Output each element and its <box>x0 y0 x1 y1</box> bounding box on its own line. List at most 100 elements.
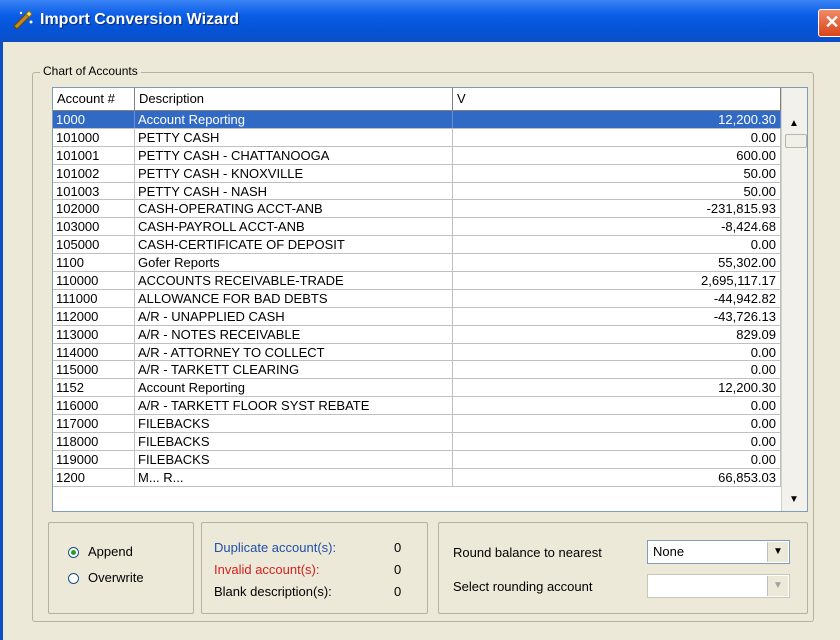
cell-account: 118000 <box>53 433 135 450</box>
invalid-count: 0 <box>394 562 402 577</box>
scroll-up-icon[interactable]: ▲ <box>784 116 804 132</box>
cell-description: FILEBACKS <box>135 433 453 450</box>
append-radio[interactable] <box>68 547 79 558</box>
accounts-grid[interactable]: Account # Description V 1000 Account Repo… <box>52 87 808 512</box>
cell-account: 101003 <box>53 182 135 200</box>
cell-description: PETTY CASH - NASH <box>135 182 453 200</box>
table-row[interactable]: 1152 Account Reporting 12,200.30 <box>53 379 781 398</box>
cell-description: M... R... <box>135 468 453 486</box>
table-row[interactable]: 119000 FILEBACKS 0.00 <box>53 450 781 469</box>
cell-description: CASH-PAYROLL ACCT-ANB <box>135 218 453 236</box>
cell-value: -44,942.82 <box>453 289 781 307</box>
close-button[interactable]: ✕ <box>818 9 840 37</box>
import-mode-panel <box>48 522 194 614</box>
table-row[interactable]: 1000 Account Reporting 12,200.30 <box>53 111 781 129</box>
table-row[interactable]: 116000 A/R - TARKETT FLOOR SYST REBATE 0.0… <box>53 397 781 416</box>
cell-account: 1200 <box>53 468 135 486</box>
table-row[interactable]: 1200 M... R... 66,853.03 <box>53 468 781 487</box>
wizard-wand-icon <box>13 10 33 30</box>
cell-description: ACCOUNTS RECEIVABLE-TRADE <box>135 272 453 289</box>
table-row[interactable]: 103000 CASH-PAYROLL ACCT-ANB -8,424.68 <box>53 218 781 237</box>
overwrite-radio[interactable] <box>68 573 79 584</box>
chevron-down-icon[interactable]: ▼ <box>767 576 788 596</box>
rounding-panel <box>438 522 808 614</box>
column-header-description[interactable]: Description <box>135 88 453 110</box>
append-label[interactable]: Append <box>88 544 133 559</box>
column-header-account[interactable]: Account # <box>53 88 135 110</box>
rounding-account-label: Select rounding account <box>453 579 593 594</box>
cell-description: CASH-CERTIFICATE OF DEPOSIT <box>135 236 453 254</box>
cell-value: 600.00 <box>453 146 781 164</box>
grid-header: Account # Description V <box>53 88 781 111</box>
table-row[interactable]: 110000 ACCOUNTS RECEIVABLE-TRADE 2,695,117… <box>53 272 781 290</box>
cell-account: 101002 <box>53 164 135 182</box>
cell-account: 1000 <box>53 111 135 128</box>
cell-account: 102000 <box>53 200 135 218</box>
cell-account: 117000 <box>53 415 135 433</box>
cell-account: 1100 <box>53 254 135 272</box>
cell-value: 0.00 <box>453 343 781 361</box>
cell-value: 55,302.00 <box>453 254 781 272</box>
round-balance-value: None <box>653 544 685 559</box>
cell-account: 101001 <box>53 146 135 164</box>
group-label: Chart of Accounts <box>40 64 141 78</box>
cell-value: 0.00 <box>453 415 781 433</box>
cell-description: PETTY CASH - CHATTANOOGA <box>135 146 453 164</box>
cell-value: 50.00 <box>453 182 781 200</box>
cell-description: A/R - TARKETT FLOOR SYST REBATE <box>135 397 453 415</box>
table-row[interactable]: 1100 Gofer Reports 55,302.00 <box>53 254 781 273</box>
chevron-down-icon[interactable]: ▼ <box>767 542 788 562</box>
table-row[interactable]: 114000 A/R - ATTORNEY TO COLLECT 0.00 <box>53 343 781 362</box>
cell-description: FILEBACKS <box>135 450 453 468</box>
cell-value: 12,200.30 <box>453 379 781 397</box>
table-row[interactable]: 113000 A/R - NOTES RECEIVABLE 829.09 <box>53 325 781 344</box>
cell-value: 12,200.30 <box>453 111 781 128</box>
cell-value: 66,853.03 <box>453 468 781 486</box>
cell-description: A/R - NOTES RECEIVABLE <box>135 325 453 343</box>
table-row[interactable]: 101000 PETTY CASH 0.00 <box>53 128 781 147</box>
cell-account: 1152 <box>53 379 135 397</box>
cell-value: 829.09 <box>453 325 781 343</box>
overwrite-label[interactable]: Overwrite <box>88 570 144 585</box>
window-title: Import Conversion Wizard <box>40 11 239 28</box>
cell-account: 103000 <box>53 218 135 236</box>
cell-value: 0.00 <box>453 236 781 254</box>
cell-account: 110000 <box>53 272 135 289</box>
cell-account: 114000 <box>53 343 135 361</box>
cell-value: -43,726.13 <box>453 307 781 325</box>
cell-description: Account Reporting <box>135 111 453 128</box>
table-row[interactable]: 101003 PETTY CASH - NASH 50.00 <box>53 182 781 201</box>
cell-description: CASH-OPERATING ACCT-ANB <box>135 200 453 218</box>
cell-value: 0.00 <box>453 450 781 468</box>
cell-value: -8,424.68 <box>453 218 781 236</box>
cell-description: A/R - TARKETT CLEARING <box>135 361 453 379</box>
grid-rows: 1000 Account Reporting 12,200.30 101000 PETT… <box>53 111 781 487</box>
vertical-scrollbar[interactable]: ▲ ▼ <box>781 88 807 511</box>
column-header-value[interactable]: V <box>453 88 781 110</box>
cell-value: -231,815.93 <box>453 200 781 218</box>
cell-value: 0.00 <box>453 433 781 450</box>
cell-description: Gofer Reports <box>135 254 453 272</box>
table-row[interactable]: 117000 FILEBACKS 0.00 <box>53 415 781 434</box>
table-row[interactable]: 102000 CASH-OPERATING ACCT-ANB -231,815.93 <box>53 200 781 219</box>
round-balance-label: Round balance to nearest <box>453 545 602 560</box>
table-row[interactable]: 105000 CASH-CERTIFICATE OF DEPOSIT 0.00 <box>53 236 781 255</box>
title-bar[interactable]: Import Conversion Wizard ✕ <box>0 0 840 42</box>
rounding-account-select[interactable]: ▼ <box>647 574 790 598</box>
table-row[interactable]: 115000 A/R - TARKETT CLEARING 0.00 <box>53 361 781 380</box>
cell-account: 119000 <box>53 450 135 468</box>
table-row[interactable]: 111000 ALLOWANCE FOR BAD DEBTS -44,942.82 <box>53 289 781 308</box>
table-row[interactable]: 101001 PETTY CASH - CHATTANOOGA 600.00 <box>53 146 781 165</box>
table-row[interactable]: 101002 PETTY CASH - KNOXVILLE 50.00 <box>53 164 781 183</box>
table-row[interactable]: 118000 FILEBACKS 0.00 <box>53 433 781 451</box>
cell-description: A/R - ATTORNEY TO COLLECT <box>135 343 453 361</box>
cell-description: ALLOWANCE FOR BAD DEBTS <box>135 289 453 307</box>
cell-account: 112000 <box>53 307 135 325</box>
cell-account: 101000 <box>53 128 135 146</box>
scroll-down-icon[interactable]: ▼ <box>784 492 804 508</box>
scroll-thumb[interactable] <box>785 134 807 148</box>
cell-description: PETTY CASH <box>135 128 453 146</box>
cell-description: PETTY CASH - KNOXVILLE <box>135 164 453 182</box>
round-balance-select[interactable]: None ▼ <box>647 540 790 564</box>
table-row[interactable]: 112000 A/R - UNAPPLIED CASH -43,726.13 <box>53 307 781 326</box>
